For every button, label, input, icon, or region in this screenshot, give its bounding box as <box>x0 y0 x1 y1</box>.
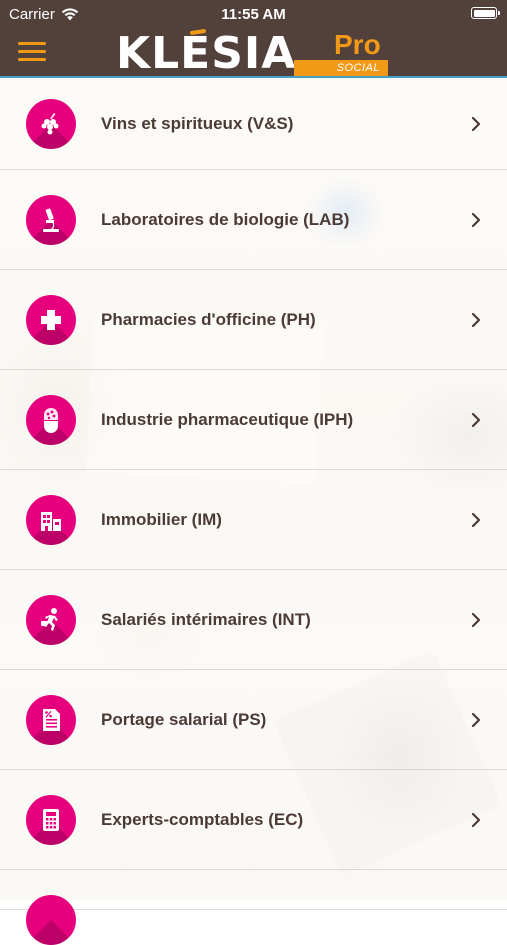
list-item-label: Vins et spiritueux (V&S) <box>101 113 294 133</box>
list-item-label: Immobilier (IM) <box>101 509 222 529</box>
app-header: Carrier 11:55 AM KLESIA Pro SOCIAL <box>0 0 507 78</box>
menu-bar-line <box>18 50 46 53</box>
chevron-right-icon <box>469 312 483 327</box>
list-item-vins-spiritueux[interactable]: Vins et spiritueux (V&S) <box>0 78 507 170</box>
list-item-laboratoires[interactable]: Laboratoires de biologie (LAB) <box>0 170 507 270</box>
logo-pro-label: Pro <box>334 29 381 60</box>
microscope-icon <box>26 194 76 245</box>
list-item-next[interactable] <box>0 870 507 945</box>
battery-icon <box>471 7 500 19</box>
list-item-label: Laboratoires de biologie (LAB) <box>101 209 350 229</box>
buildings-icon <box>26 494 76 545</box>
calculator-icon <box>26 794 76 845</box>
list-item-label: Salariés intérimaires (INT) <box>101 609 311 629</box>
status-time: 11:55 AM <box>221 6 286 23</box>
pill-capsule-icon <box>26 394 76 445</box>
chevron-right-icon <box>469 612 483 627</box>
status-bar: Carrier 11:55 AM <box>0 0 507 28</box>
list-item-pharmacies[interactable]: Pharmacies d'officine (PH) <box>0 270 507 370</box>
chevron-right-icon <box>469 212 483 227</box>
list-item-salaries-interimaires[interactable]: Salariés intérimaires (INT) <box>0 570 507 670</box>
hamburger-menu-button[interactable] <box>18 38 48 64</box>
list-item-label: Portage salarial (PS) <box>101 709 267 729</box>
chevron-right-icon <box>469 812 483 827</box>
pharmacy-cross-icon <box>26 294 76 345</box>
chevron-right-icon <box>469 512 483 527</box>
list-item-experts-comptables[interactable]: Experts-comptables (EC) <box>0 770 507 870</box>
sector-list: Vins et spiritueux (V&S) Laboratoires de… <box>0 78 507 945</box>
percent-document-icon <box>26 694 76 745</box>
running-person-icon <box>26 594 76 645</box>
chevron-right-icon <box>469 412 483 427</box>
list-item-portage-salarial[interactable]: Portage salarial (PS) <box>0 670 507 770</box>
klesia-pro-logo: KLESIA Pro SOCIAL <box>116 28 396 79</box>
chevron-right-icon <box>469 712 483 727</box>
grapes-icon <box>26 98 76 149</box>
menu-bar-line <box>18 42 46 45</box>
logo-wordmark: KLESIA <box>116 28 297 79</box>
list-item-label: Pharmacies d'officine (PH) <box>101 309 316 329</box>
logo-social-label: SOCIAL <box>294 60 388 76</box>
partial-item-icon <box>26 895 76 945</box>
list-item-immobilier[interactable]: Immobilier (IM) <box>0 470 507 570</box>
chevron-right-icon <box>469 116 483 131</box>
menu-bar-line <box>18 58 46 61</box>
list-item-label: Industrie pharmaceutique (IPH) <box>101 409 354 429</box>
list-item-label: Experts-comptables (EC) <box>101 809 304 829</box>
list-item-industrie-pharmaceutique[interactable]: Industrie pharmaceutique (IPH) <box>0 370 507 470</box>
